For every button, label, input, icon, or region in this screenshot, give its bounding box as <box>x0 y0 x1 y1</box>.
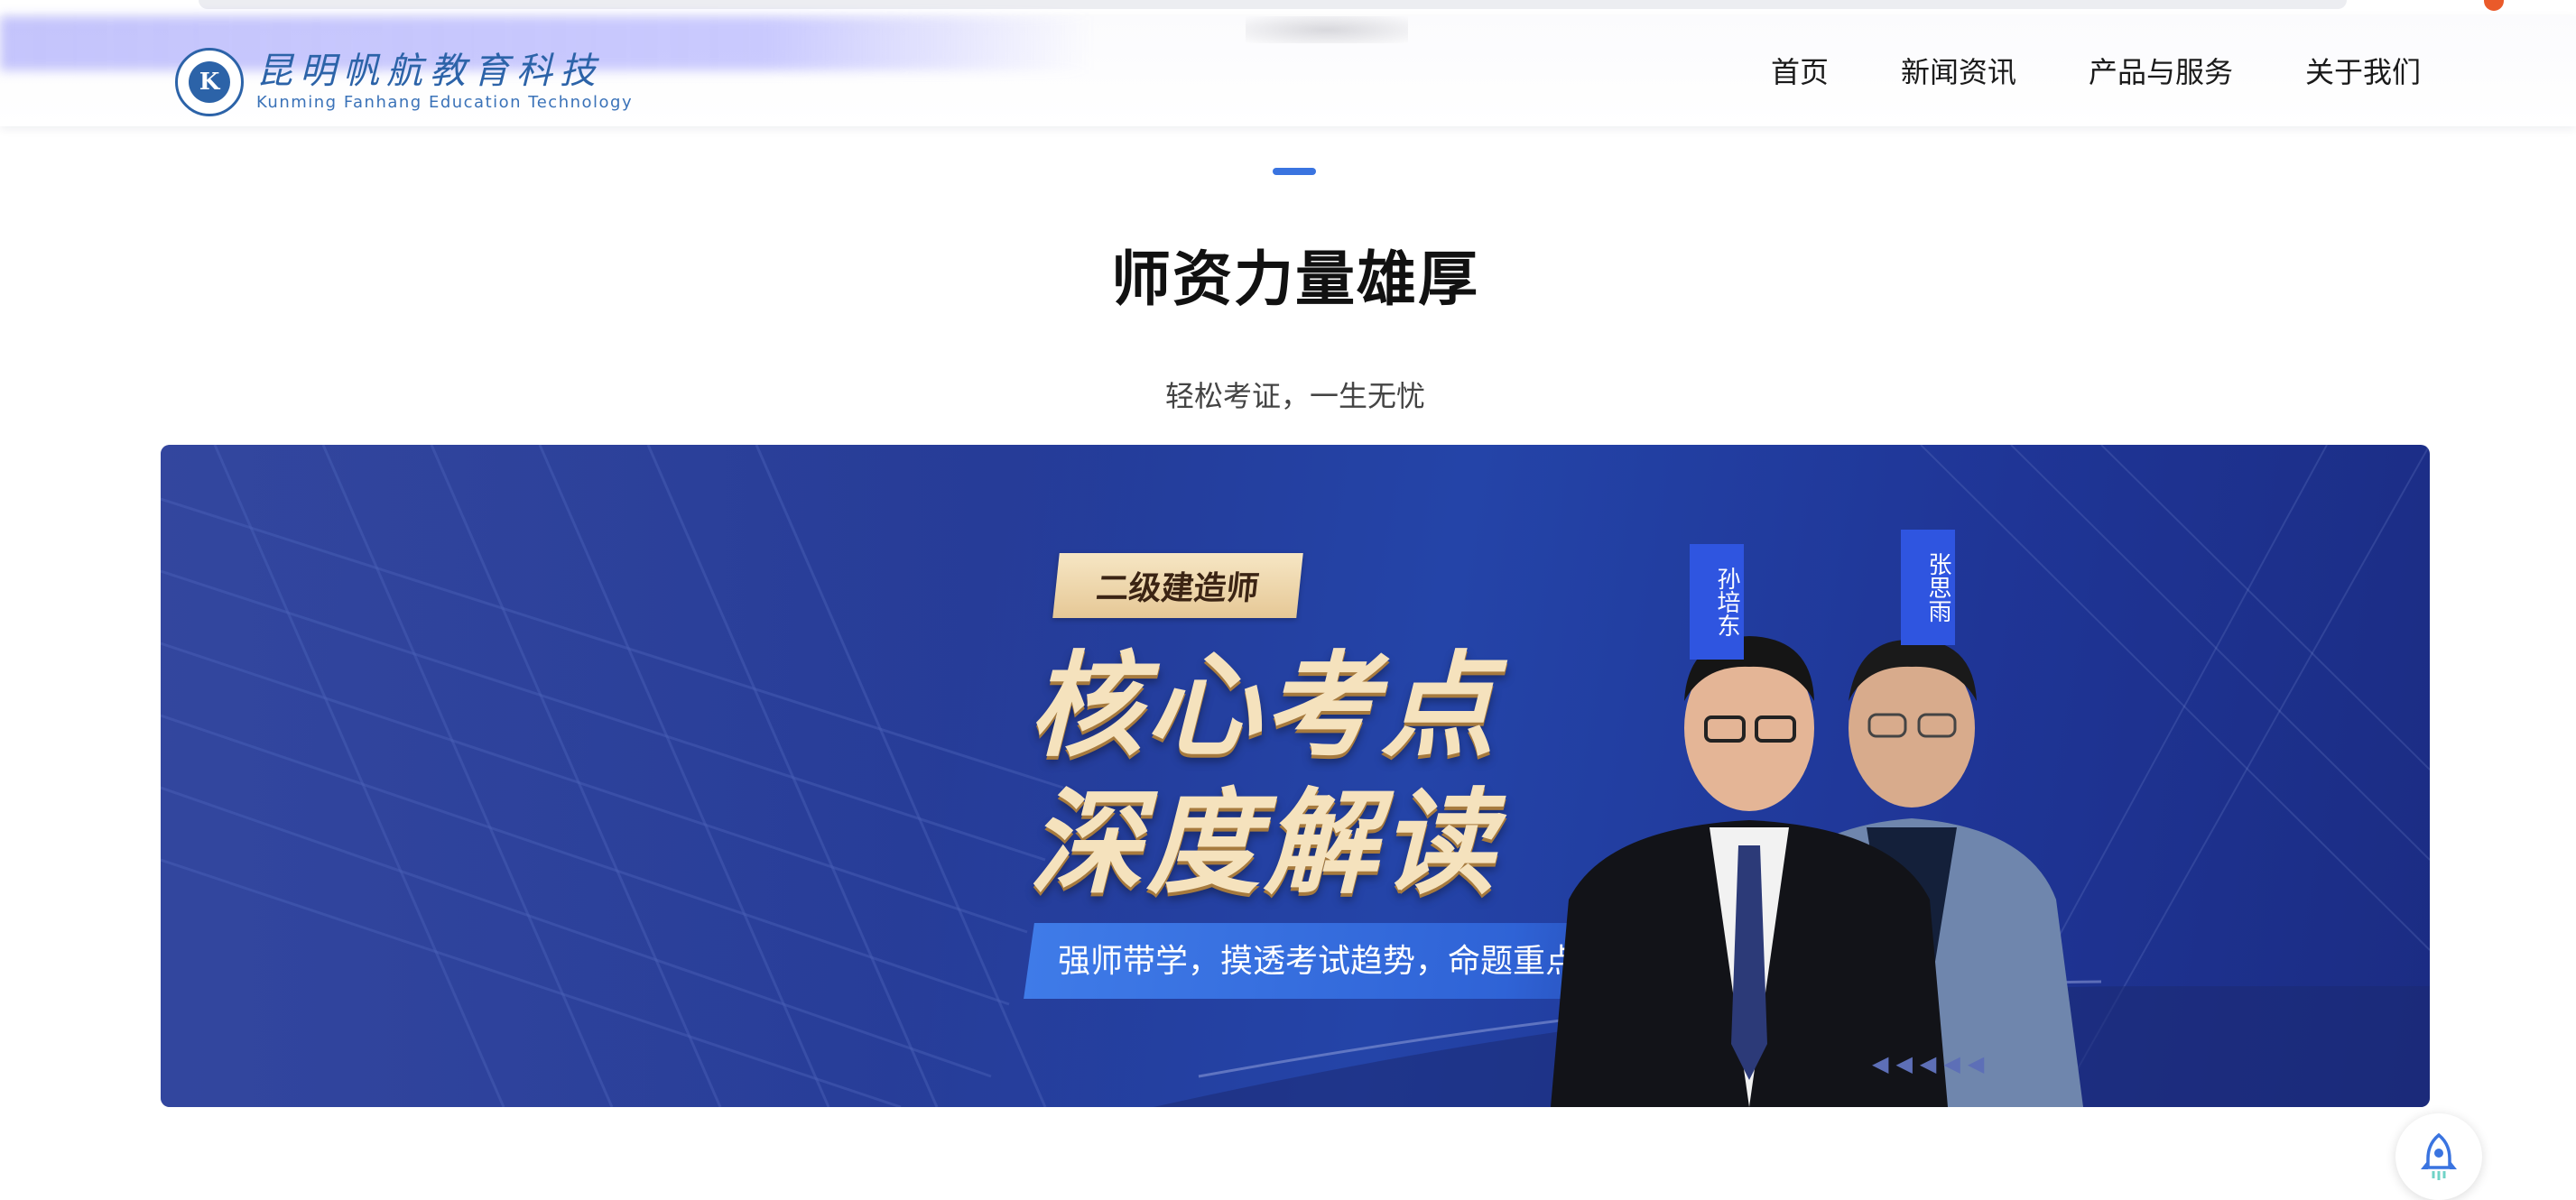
notification-dot <box>2484 0 2504 11</box>
nav-news[interactable]: 新闻资讯 <box>1901 52 2016 92</box>
site-header: K 昆明帆航教育科技 Kunming Fanhang Education Tec… <box>0 16 2576 126</box>
main-nav: 首页 新闻资讯 产品与服务 关于我们 <box>1771 52 2421 92</box>
nav-about[interactable]: 关于我们 <box>2305 52 2421 92</box>
header-blob <box>1246 16 1408 43</box>
tab-shadow <box>199 0 2347 9</box>
teacher-name-sun: 孙培东 <box>1690 544 1744 660</box>
logo-emblem-icon: K <box>175 48 244 116</box>
teacher-name-zhang: 张思雨 <box>1901 530 1955 645</box>
logo-en: Kunming Fanhang Education Technology <box>256 93 634 112</box>
section-title: 师资力量雄厚 <box>1111 245 1479 312</box>
section-subtitle: 轻松考证，一生无忧 <box>1164 380 1425 412</box>
site-logo[interactable]: K 昆明帆航教育科技 Kunming Fanhang Education Tec… <box>175 42 633 123</box>
nav-products[interactable]: 产品与服务 <box>2089 52 2233 92</box>
floating-help-button[interactable] <box>2395 1113 2482 1200</box>
section-accent-bar <box>1273 168 1316 175</box>
nav-home[interactable]: 首页 <box>1771 52 1829 92</box>
logo-cn: 昆明帆航教育科技 <box>256 51 603 92</box>
logo-text: 昆明帆航教育科技 Kunming Fanhang Education Techn… <box>256 51 633 114</box>
browser-top-strip <box>0 0 2576 16</box>
teacher-banner[interactable]: 二级建造师 核心考点 深度解读 强师带学，摸透考试趋势，命题重点把握准 孙培东 … <box>161 445 2430 1107</box>
rocket-icon <box>2421 1132 2457 1180</box>
decorative-arrows: ◀◀◀◀◀ <box>1872 1052 1992 1076</box>
exam-tag: 二级建造师 <box>1052 553 1303 618</box>
